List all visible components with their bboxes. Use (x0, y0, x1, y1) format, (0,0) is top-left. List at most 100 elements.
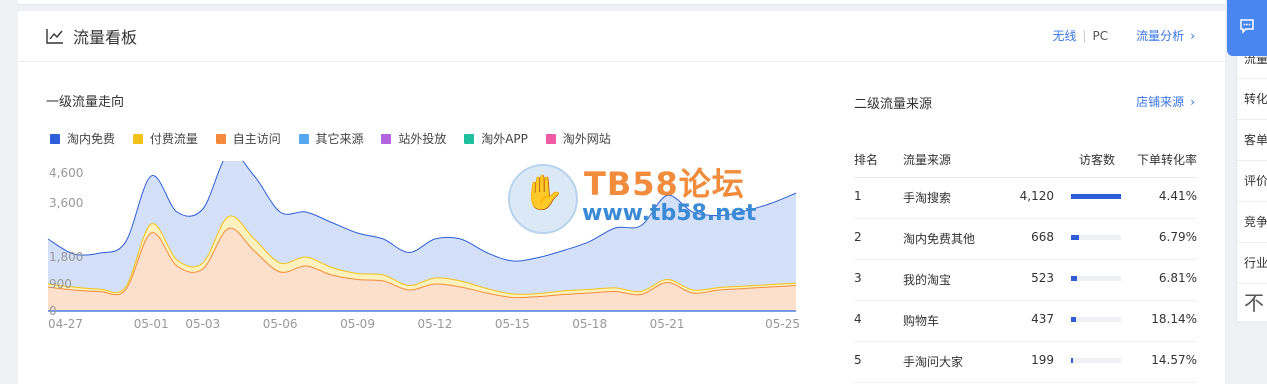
legend-label: 淘内免费 (67, 132, 116, 146)
row-rank: 1 (854, 189, 862, 203)
traffic-source-table: 排名 流量来源 访客数 下单转化率 1 手淘搜索 4,120 4.41% 2 淘… (854, 141, 1197, 383)
header-links: 无线 | PC 流量分析 › (1052, 27, 1195, 44)
legend-item[interactable]: 淘外网站 (545, 130, 611, 147)
page-title: 流量看板 (73, 28, 138, 47)
legend-label: 付费流量 (149, 132, 198, 146)
visitor-share-fill (1071, 235, 1080, 240)
row-source: 淘内免费其他 (903, 232, 976, 246)
shop-source-link[interactable]: 店铺来源 › (1136, 93, 1195, 110)
row-rank: 2 (854, 230, 862, 244)
table-row[interactable]: 4 购物车 437 18.14% (854, 301, 1197, 342)
visitor-share-bar (1071, 276, 1121, 281)
row-rank: 4 (854, 312, 862, 326)
x-tick-label: 05-21 (650, 317, 685, 331)
legend-label: 淘外APP (481, 132, 528, 146)
x-tick-label: 05-03 (185, 317, 220, 331)
legend-item[interactable]: 淘外APP (464, 130, 528, 147)
x-tick-label: 05-25 (765, 317, 800, 331)
table-row[interactable]: 2 淘内免费其他 668 6.79% (854, 219, 1197, 260)
legend-item[interactable]: 其它来源 (298, 130, 364, 147)
visitor-share-bar (1071, 194, 1121, 199)
line-chart-icon (46, 29, 63, 44)
back-to-top-icon[interactable]: 不 (1237, 284, 1267, 325)
watermark: ✋ TB58论坛 www.tb58.net (508, 159, 768, 235)
hand-icon: ✋ (522, 173, 565, 213)
wireless-link[interactable]: 无线 (1052, 29, 1076, 43)
watermark-title: TB58论坛 (584, 165, 745, 203)
table-row[interactable]: 1 手淘搜索 4,120 4.41% (854, 178, 1197, 219)
row-source: 手淘问大家 (903, 355, 964, 369)
y-tick-label: 4,600 (49, 166, 83, 180)
side-nav-item[interactable]: 转化 (1237, 79, 1267, 120)
traffic-analysis-link[interactable]: 流量分析 (1136, 29, 1184, 43)
legend-label: 淘外网站 (562, 132, 611, 146)
shop-source-label: 店铺来源 (1136, 95, 1185, 109)
customer-service-button[interactable] (1227, 0, 1267, 56)
row-visitors: 523 (1031, 271, 1054, 285)
visitor-share-fill (1071, 358, 1074, 363)
row-rate: 14.57% (1151, 353, 1197, 367)
table-row[interactable]: 5 手淘问大家 199 14.57% (854, 342, 1197, 383)
visitor-share-bar (1071, 358, 1121, 363)
row-visitors: 199 (1031, 353, 1054, 367)
visitor-share-fill (1071, 276, 1078, 281)
header-rate[interactable]: 下单转化率 (1137, 151, 1197, 168)
legend-item[interactable]: 淘内免费 (50, 130, 115, 147)
y-tick-label: 1,800 (49, 250, 83, 264)
legend-swatch (464, 134, 475, 144)
chart-legend: 淘内免费 付费流量 自主访问 其它来源 站外投放 淘外APP 淘外网站 (50, 130, 625, 147)
table-row[interactable]: 3 我的淘宝 523 6.81% (854, 260, 1197, 301)
visitor-share-fill (1071, 194, 1121, 199)
traffic-dashboard-panel: 流量看板 无线 | PC 流量分析 › 一级流量走向 淘内免费 付费流量 自主访问 其它… (18, 11, 1225, 384)
legend-label: 站外投放 (398, 132, 447, 146)
side-nav-item[interactable]: 行业 (1237, 243, 1267, 284)
panel-header: 流量看板 无线 | PC 流量分析 › (18, 11, 1225, 62)
legend-label: 其它来源 (315, 132, 364, 146)
legend-item[interactable]: 站外投放 (381, 130, 446, 147)
side-nav-item[interactable]: 竞争 (1237, 202, 1267, 243)
legend-label: 自主访问 (232, 132, 281, 146)
row-rate: 6.81% (1158, 271, 1197, 285)
side-nav-item[interactable]: 客单 (1237, 120, 1267, 161)
row-source: 我的淘宝 (903, 273, 952, 287)
row-visitors: 668 (1031, 230, 1054, 244)
row-visitors: 437 (1031, 312, 1054, 326)
row-rate: 6.79% (1158, 230, 1197, 244)
x-tick-label: 05-15 (495, 317, 530, 331)
side-nav-item[interactable]: 流量 (1237, 56, 1267, 79)
pc-link[interactable]: PC (1093, 29, 1109, 43)
legend-item[interactable]: 自主访问 (215, 130, 281, 147)
x-tick-label: 05-12 (417, 317, 452, 331)
y-tick-label: 3,600 (49, 196, 83, 210)
row-source: 手淘搜索 (903, 191, 952, 205)
visitor-share-bar (1071, 235, 1121, 240)
chat-icon (1240, 19, 1254, 34)
header-source: 流量来源 (903, 153, 952, 167)
x-tick-label: 05-09 (340, 317, 375, 331)
top-strip (18, 0, 1225, 5)
x-tick-label: 05-01 (134, 317, 169, 331)
watermark-url: www.tb58.net (582, 201, 757, 226)
x-tick-label: 05-18 (572, 317, 607, 331)
table-header: 排名 流量来源 访客数 下单转化率 (854, 141, 1197, 178)
y-tick-label: 0 (49, 304, 57, 318)
legend-item[interactable]: 付费流量 (132, 130, 198, 147)
y-tick-label: 900 (49, 277, 72, 291)
row-visitors: 4,120 (1019, 189, 1054, 203)
x-tick-label: 04-27 (48, 317, 83, 331)
chevron-right-icon: › (1190, 95, 1195, 109)
side-nav-item[interactable]: 评价 (1237, 161, 1267, 202)
legend-swatch (545, 134, 556, 144)
header-visitors[interactable]: 访客数 (1079, 151, 1115, 168)
row-rate: 4.41% (1158, 189, 1197, 203)
separator: | (1082, 29, 1087, 43)
legend-swatch (298, 134, 309, 144)
visitor-share-fill (1071, 317, 1077, 322)
primary-traffic-title: 一级流量走向 (46, 95, 125, 110)
row-rank: 5 (854, 353, 862, 367)
visitor-share-bar (1071, 317, 1121, 322)
x-tick-label: 05-06 (263, 317, 298, 331)
header-rank: 排名 (854, 153, 879, 167)
legend-swatch (381, 134, 392, 144)
legend-swatch (50, 134, 60, 144)
